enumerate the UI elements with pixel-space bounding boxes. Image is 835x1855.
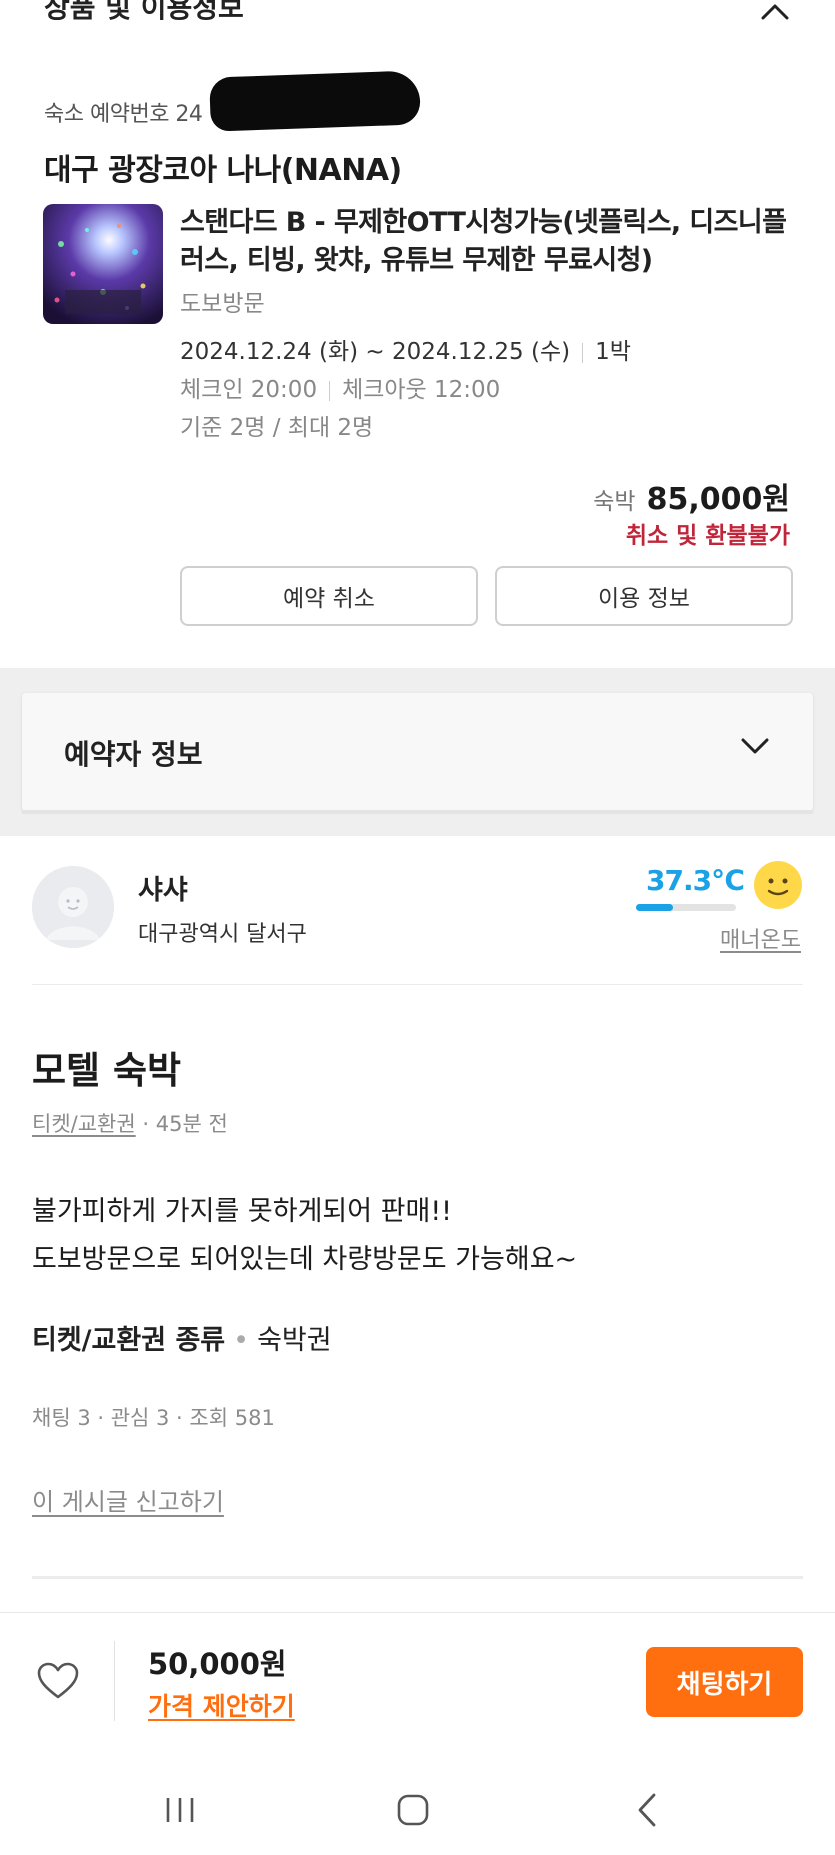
- cancel-reservation-button[interactable]: 예약 취소: [180, 566, 478, 626]
- manner-temp-bar: [636, 904, 736, 911]
- visit-method: 도보방문: [180, 291, 265, 317]
- divider: [32, 984, 803, 985]
- nights: 1박: [595, 339, 631, 365]
- booking-price: 숙박 85,000원: [593, 474, 790, 518]
- default-avatar-icon: [32, 866, 114, 948]
- post-title: 모텔 숙박: [32, 1049, 182, 1092]
- date-range: 2024.12.24 (화) ~ 2024.12.25 (수): [180, 339, 571, 365]
- seller-location: 대구광역시 달서구: [138, 922, 307, 947]
- reservation-number: 숙소 예약번호 24: [44, 102, 203, 127]
- back-icon[interactable]: [634, 1791, 660, 1829]
- divider: [114, 1641, 115, 1721]
- post-body-line: 불가피하게 가지를 못하게되어 판매!!: [32, 1196, 452, 1227]
- smiley-face-icon: [754, 861, 802, 909]
- divider: [32, 1576, 803, 1579]
- hotel-name: 대구 광장코아 나나(NANA): [44, 153, 402, 188]
- refund-note: 취소 및 환불불가: [625, 523, 790, 549]
- manner-temp-label[interactable]: 매너온도: [720, 922, 801, 954]
- post-stats: 채팅 3 · 관심 3 · 조회 581: [32, 1406, 275, 1430]
- stay-dates: 2024.12.24 (화) ~ 2024.12.25 (수) 1박: [180, 332, 631, 366]
- ticket-type-value: 숙박권: [257, 1325, 332, 1356]
- system-nav-bar: [0, 1771, 835, 1855]
- avatar[interactable]: [32, 866, 114, 948]
- home-icon[interactable]: [396, 1793, 430, 1827]
- chevron-up-icon[interactable]: [760, 0, 790, 22]
- booking-screenshot: 상품 및 이용정보 숙소 예약번호 24 대구 광장코아 나나(NANA) 스탠…: [0, 0, 835, 668]
- bottom-action-bar: 50,000원 가격 제안하기 채팅하기: [0, 1612, 835, 1727]
- ticket-type: 티켓/교환권 종류 • 숙박권: [32, 1325, 332, 1356]
- post-time: · 45분 전: [142, 1112, 228, 1136]
- marketplace-post: 샤샤 대구광역시 달서구 37.3℃ 매너온도 모텔 숙박 티켓/교환권 · 4…: [0, 836, 835, 1855]
- guest-capacity: 기준 2명 / 최대 2명: [180, 415, 374, 441]
- checkout-time: 체크아웃 12:00: [342, 377, 501, 403]
- price-offer-link[interactable]: 가격 제안하기: [148, 1687, 295, 1723]
- redaction-mark: [209, 70, 421, 132]
- post-category-link[interactable]: 티켓/교환권: [32, 1112, 136, 1136]
- manner-temp-fill: [636, 904, 673, 911]
- room-thumbnail: [43, 204, 163, 324]
- recent-apps-icon[interactable]: [162, 1795, 198, 1825]
- post-meta: 티켓/교환권 · 45분 전: [32, 1108, 228, 1138]
- card-divider: [22, 810, 813, 814]
- booker-info-card[interactable]: 예약자 정보: [22, 693, 813, 811]
- post-body: 불가피하게 가지를 못하게되어 판매!! 도보방문으로 되어있는데 차량방문도 …: [32, 1188, 577, 1284]
- chat-button[interactable]: 채팅하기: [646, 1647, 803, 1717]
- check-times: 체크인 20:00 체크아웃 12:00: [180, 370, 500, 404]
- heart-icon[interactable]: [36, 1661, 80, 1701]
- usage-info-button[interactable]: 이용 정보: [495, 566, 793, 626]
- price-label: 숙박: [593, 489, 636, 515]
- post-body-line: 도보방문으로 되어있는데 차량방문도 가능해요~: [32, 1244, 578, 1275]
- sale-price: 50,000원: [148, 1647, 287, 1681]
- manner-temperature: 37.3℃: [646, 864, 745, 897]
- ticket-type-label: 티켓/교환권 종류: [32, 1325, 226, 1356]
- seller-name[interactable]: 샤샤: [138, 868, 188, 907]
- room-title: 스탠다드 B - 무제한OTT시청가능(넷플릭스, 디즈니플러스, 티빙, 왓챠…: [180, 207, 787, 276]
- report-post-link[interactable]: 이 게시글 신고하기: [32, 1482, 224, 1517]
- chevron-down-icon[interactable]: [740, 735, 770, 757]
- section-title: 상품 및 이용정보: [44, 0, 244, 24]
- checkin-time: 체크인 20:00: [180, 377, 318, 403]
- booker-info-title: 예약자 정보: [64, 738, 203, 771]
- price-value: 85,000원: [646, 482, 790, 517]
